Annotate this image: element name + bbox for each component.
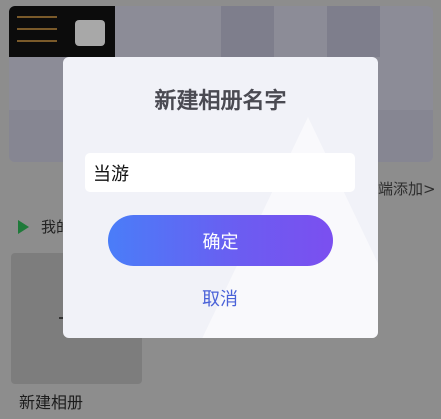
confirm-button[interactable]: 确定 <box>108 215 333 266</box>
thumbnail-line <box>17 28 57 30</box>
album-tile[interactable] <box>327 6 380 57</box>
dialog-title: 新建相册名字 <box>154 89 287 114</box>
album-name-input[interactable] <box>85 153 355 192</box>
thumbnail-line <box>17 40 57 42</box>
phone-icon <box>75 20 105 46</box>
thumbnail-line <box>17 16 57 18</box>
new-album-label: 新建相册 <box>19 393 84 412</box>
play-icon <box>18 219 29 234</box>
cancel-button[interactable]: 取消 <box>170 283 270 313</box>
album-thumbnail[interactable] <box>9 6 115 57</box>
add-from-device-link[interactable]: 端添加> <box>378 178 436 199</box>
album-tile[interactable] <box>221 6 274 57</box>
new-album-dialog: 新建相册名字 确定 取消 <box>63 57 378 338</box>
